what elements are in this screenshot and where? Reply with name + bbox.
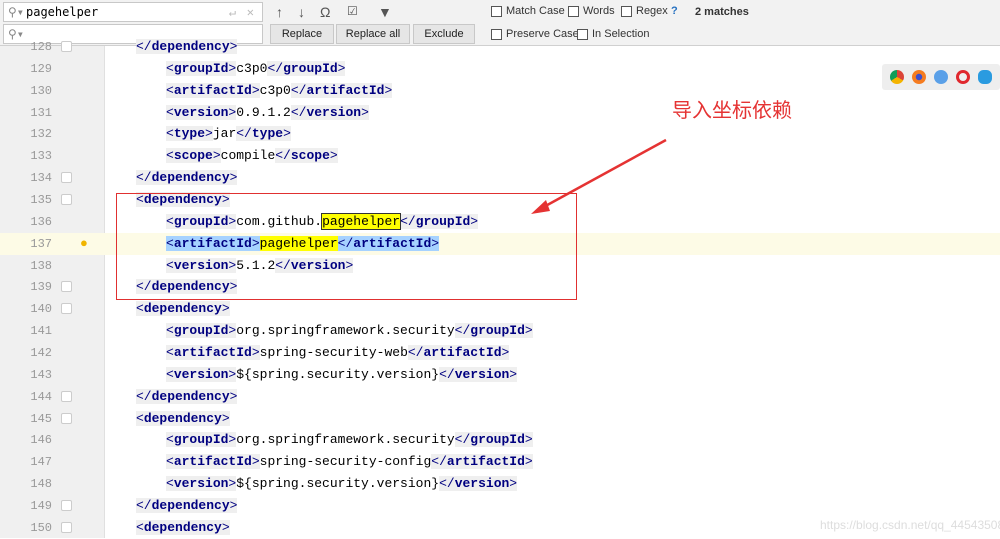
watermark: https://blog.csdn.net/qq_44543508 [820, 518, 1000, 532]
annotation-text: 导入坐标依赖 [672, 98, 792, 122]
annotation-arrow [531, 138, 667, 214]
